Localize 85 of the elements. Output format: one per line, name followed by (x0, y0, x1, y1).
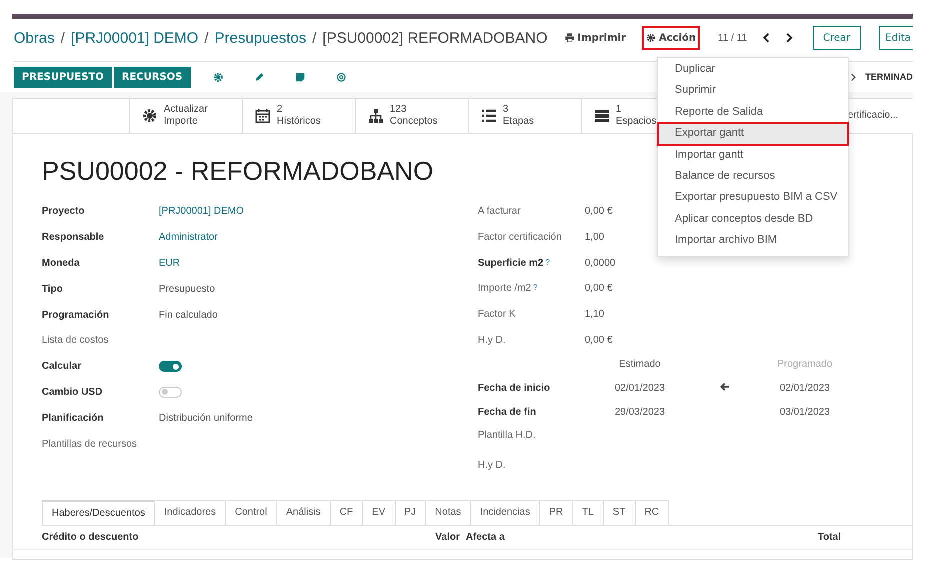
field-link[interactable]: Administrator (159, 232, 218, 244)
calendar-icon (255, 108, 271, 124)
field-value: 0,00 € (585, 283, 613, 294)
record-title: PSU00002 - REFORMADOBANO (42, 156, 434, 187)
field-value: Presupuesto (159, 284, 216, 295)
field-label: Superficie m2 (478, 258, 544, 269)
field-label: Fecha de fin (478, 406, 538, 418)
menu-item[interactable]: Suprimir (658, 80, 848, 102)
field-value: Distribución uniforme (159, 412, 253, 424)
print-button[interactable]: Imprimir (560, 26, 630, 50)
stat-button[interactable]: ertificacio... (846, 99, 913, 133)
field-label: Fecha de inicio (478, 382, 552, 394)
field-label: Responsable (42, 232, 106, 244)
menu-item[interactable]: Importar archivo BIM (658, 230, 848, 252)
create-button[interactable]: Crear (813, 26, 860, 50)
date-value: 29/03/2023 (614, 406, 666, 418)
field-label: Moneda (42, 258, 81, 269)
column-header: Crédito o descuento (42, 532, 140, 544)
server-icon (594, 108, 610, 124)
date-value: 03/01/2023 (778, 406, 832, 418)
left-arrow-icon[interactable] (720, 382, 730, 392)
field-label: H.y D. (478, 460, 506, 471)
previous-icon[interactable] (763, 33, 772, 43)
field-label: Importe /m2 (478, 283, 532, 294)
field-label: Cambio USD (42, 386, 104, 398)
date-value: 02/01/2023 (614, 382, 666, 394)
breadcrumb-item[interactable]: [PSU00002] REFORMADOBANO (322, 30, 548, 46)
printer-icon (564, 33, 575, 43)
field-label: Tipo (42, 284, 64, 295)
menu-item[interactable]: Duplicar (658, 59, 848, 80)
toggle-switch[interactable] (159, 361, 182, 372)
field-label: Plantilla H.D. (478, 430, 536, 441)
pencil-icon[interactable] (254, 72, 265, 82)
field-label: Proyecto (42, 206, 86, 218)
column-header: Estimado (618, 359, 662, 370)
edit-button[interactable]: Edita (878, 26, 913, 50)
menu-item[interactable]: Importar gantt (658, 144, 848, 166)
help-tooltip-mark[interactable]: ? (533, 283, 538, 294)
field-value: 0,00 € (585, 334, 613, 346)
column-header: Afecta a (466, 532, 506, 544)
status-stage[interactable]: TERMINAD (866, 72, 913, 82)
field-value: Fin calculado (159, 310, 218, 321)
field-link[interactable]: EUR (159, 258, 180, 269)
pager-counter: 11 / 11 (718, 32, 748, 44)
list-icon (481, 108, 497, 124)
breadcrumb-separator: / (312, 30, 317, 46)
action-button[interactable]: Acción (642, 26, 700, 50)
field-label: Programación (42, 310, 110, 321)
field-label: H.y D. (478, 334, 506, 346)
breadcrumb-separator: / (204, 30, 209, 46)
gear-icon (142, 108, 158, 124)
breadcrumb-item[interactable]: [PRJ00001] DEMO (71, 30, 199, 46)
menu-item[interactable]: Aplicar conceptos desde BD (658, 208, 848, 230)
field-value: 1,10 (585, 309, 604, 320)
breadcrumb-separator: / (60, 30, 66, 46)
tab[interactable]: RC (634, 500, 670, 526)
tab[interactable]: Haberes/Descuentos (42, 500, 156, 526)
breadcrumb-item[interactable]: Presupuestos (214, 30, 306, 46)
field-label: Lista de costos (42, 335, 110, 346)
menu-item[interactable]: Balance de recursos (658, 166, 848, 188)
menu-item[interactable]: Exportar gantt (658, 123, 848, 145)
field-label: Factor K (478, 309, 516, 320)
menu-item[interactable]: Exportar presupuesto BIM a CSV (658, 187, 848, 209)
gear-icon (646, 33, 656, 43)
field-value: 1,00 (585, 232, 604, 244)
help-tooltip-mark[interactable]: ? (546, 258, 550, 269)
breadcrumb-item[interactable]: Obras (14, 30, 55, 46)
field-label: Plantillas de recursos (42, 438, 138, 450)
column-header: Programado (776, 359, 834, 370)
header-button[interactable]: RECURSOS (114, 66, 191, 88)
column-header: Total (818, 532, 842, 544)
field-link[interactable]: [PRJ00001] DEMO (159, 206, 244, 218)
field-value: 0,00 € (585, 206, 613, 218)
gear-icon[interactable] (212, 72, 224, 82)
field-label: Factor certificación (478, 232, 562, 244)
field-label: Planificación (42, 412, 105, 424)
note-icon[interactable] (294, 72, 306, 82)
next-icon[interactable] (785, 33, 794, 43)
field-value: 0,0000 (585, 258, 616, 269)
header-button[interactable]: PRESUPUESTO (14, 66, 112, 88)
column-header: Valor (434, 532, 460, 544)
field-label: Calcular (42, 361, 82, 372)
field-label: A facturar (478, 206, 521, 218)
hierarchy-icon (368, 108, 384, 124)
date-value: 02/01/2023 (778, 382, 832, 394)
